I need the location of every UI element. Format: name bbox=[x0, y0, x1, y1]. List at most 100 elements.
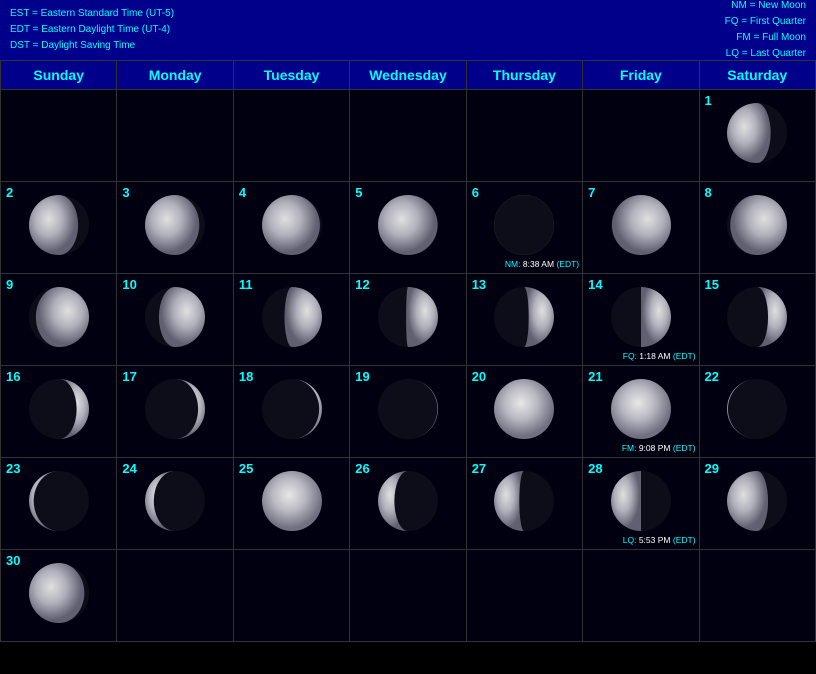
moon-phase-image bbox=[723, 375, 791, 448]
moon-phase-image bbox=[25, 467, 93, 540]
calendar-cell: 25 bbox=[233, 458, 349, 550]
calendar-cell: 2 bbox=[1, 182, 117, 274]
day-number: 9 bbox=[6, 277, 13, 292]
moon-event-label: LQ: 5:53 PM (EDT) bbox=[623, 535, 696, 546]
moon-phase-image bbox=[490, 283, 558, 356]
calendar-cell bbox=[699, 550, 815, 642]
moon-container bbox=[5, 460, 112, 547]
calendar-cell: 12 bbox=[350, 274, 466, 366]
moon-container bbox=[121, 276, 228, 363]
day-number: 11 bbox=[239, 277, 253, 292]
header: EST = Eastern Standard Time (UT-5)EDT = … bbox=[0, 0, 816, 60]
moon-container bbox=[354, 460, 461, 547]
calendar-week-row: 23 24 25 bbox=[1, 458, 816, 550]
calendar-week-row: 1 bbox=[1, 90, 816, 182]
moon-container bbox=[238, 184, 345, 271]
calendar-cell bbox=[233, 550, 349, 642]
moon-phase-image bbox=[723, 191, 791, 264]
moon-container bbox=[354, 184, 461, 271]
calendar-cell: 5 bbox=[350, 182, 466, 274]
moon-phase-image bbox=[141, 283, 209, 356]
moon-phase-image bbox=[258, 467, 326, 540]
moon-phase-image bbox=[723, 467, 791, 540]
calendar-cell bbox=[583, 550, 699, 642]
day-number: 26 bbox=[355, 461, 369, 476]
day-number: 21 bbox=[588, 369, 602, 384]
moon-phase-image bbox=[374, 467, 442, 540]
day-of-week-header: Sunday bbox=[1, 61, 117, 90]
calendar-cell: 16 bbox=[1, 366, 117, 458]
moon-event-label: NM: 8:38 AM (EDT) bbox=[505, 259, 579, 270]
day-number: 27 bbox=[472, 461, 486, 476]
day-number: 13 bbox=[472, 277, 486, 292]
moon-container bbox=[121, 184, 228, 271]
day-number: 10 bbox=[122, 277, 136, 292]
moon-phase-image bbox=[490, 467, 558, 540]
day-of-week-header: Saturday bbox=[699, 61, 815, 90]
day-number: 25 bbox=[239, 461, 253, 476]
calendar-cell: 21 FM: 9:08 PM (EDT) bbox=[583, 366, 699, 458]
calendar-cell: 18 bbox=[233, 366, 349, 458]
day-of-week-header: Tuesday bbox=[233, 61, 349, 90]
moon-container bbox=[587, 276, 694, 363]
calendar-header-row: SundayMondayTuesdayWednesdayThursdayFrid… bbox=[1, 61, 816, 90]
moon-phase-image bbox=[723, 283, 791, 356]
moon-phase-image bbox=[374, 283, 442, 356]
day-number: 1 bbox=[705, 93, 712, 108]
moon-phase-image bbox=[607, 467, 675, 540]
day-number: 17 bbox=[122, 369, 136, 384]
day-number: 7 bbox=[588, 185, 595, 200]
calendar-cell bbox=[117, 90, 233, 182]
moon-container bbox=[587, 460, 694, 547]
moon-container bbox=[354, 276, 461, 363]
calendar-cell: 22 bbox=[699, 366, 815, 458]
day-of-week-header: Friday bbox=[583, 61, 699, 90]
moon-phase-image bbox=[25, 559, 93, 632]
calendar-cell: 6 NM: 8:38 AM (EDT) bbox=[466, 182, 582, 274]
moon-container bbox=[471, 276, 578, 363]
calendar-cell bbox=[233, 90, 349, 182]
header-right: NM = New MoonFQ = First QuarterFM = Full… bbox=[725, 0, 806, 62]
moon-container bbox=[5, 276, 112, 363]
moon-container bbox=[238, 460, 345, 547]
moon-phase-image bbox=[258, 283, 326, 356]
moon-container bbox=[354, 368, 461, 455]
calendar-cell: 1 bbox=[699, 90, 815, 182]
calendar-week-row: 2 3 4 bbox=[1, 182, 816, 274]
calendar-week-row: 16 17 bbox=[1, 366, 816, 458]
moon-container bbox=[471, 368, 578, 455]
calendar-cell: 26 bbox=[350, 458, 466, 550]
day-of-week-header: Thursday bbox=[466, 61, 582, 90]
moon-phase-image bbox=[25, 375, 93, 448]
calendar-cell: 29 bbox=[699, 458, 815, 550]
moon-container bbox=[704, 184, 811, 271]
moon-phase-image bbox=[25, 283, 93, 356]
moon-event-label: FM: 9:08 PM (EDT) bbox=[622, 443, 696, 454]
moon-container bbox=[704, 92, 811, 179]
moon-phase-image bbox=[141, 375, 209, 448]
day-number: 20 bbox=[472, 369, 486, 384]
day-number: 23 bbox=[6, 461, 20, 476]
calendar-cell bbox=[350, 90, 466, 182]
moon-container bbox=[471, 460, 578, 547]
calendar-cell: 3 bbox=[117, 182, 233, 274]
day-number: 29 bbox=[705, 461, 719, 476]
moon-container bbox=[5, 368, 112, 455]
day-number: 24 bbox=[122, 461, 136, 476]
calendar-cell: 20 bbox=[466, 366, 582, 458]
day-number: 2 bbox=[6, 185, 13, 200]
calendar-cell bbox=[466, 550, 582, 642]
calendar-cell: 30 bbox=[1, 550, 117, 642]
moon-phase-image bbox=[374, 375, 442, 448]
moon-container bbox=[471, 184, 578, 271]
calendar-cell: 23 bbox=[1, 458, 117, 550]
moon-phase-image bbox=[490, 191, 558, 264]
day-number: 6 bbox=[472, 185, 479, 200]
calendar-cell: 7 bbox=[583, 182, 699, 274]
moon-phase-image bbox=[723, 99, 791, 172]
day-number: 3 bbox=[122, 185, 129, 200]
day-number: 5 bbox=[355, 185, 362, 200]
moon-container bbox=[238, 368, 345, 455]
calendar-cell: 8 bbox=[699, 182, 815, 274]
moon-phase-image bbox=[607, 375, 675, 448]
